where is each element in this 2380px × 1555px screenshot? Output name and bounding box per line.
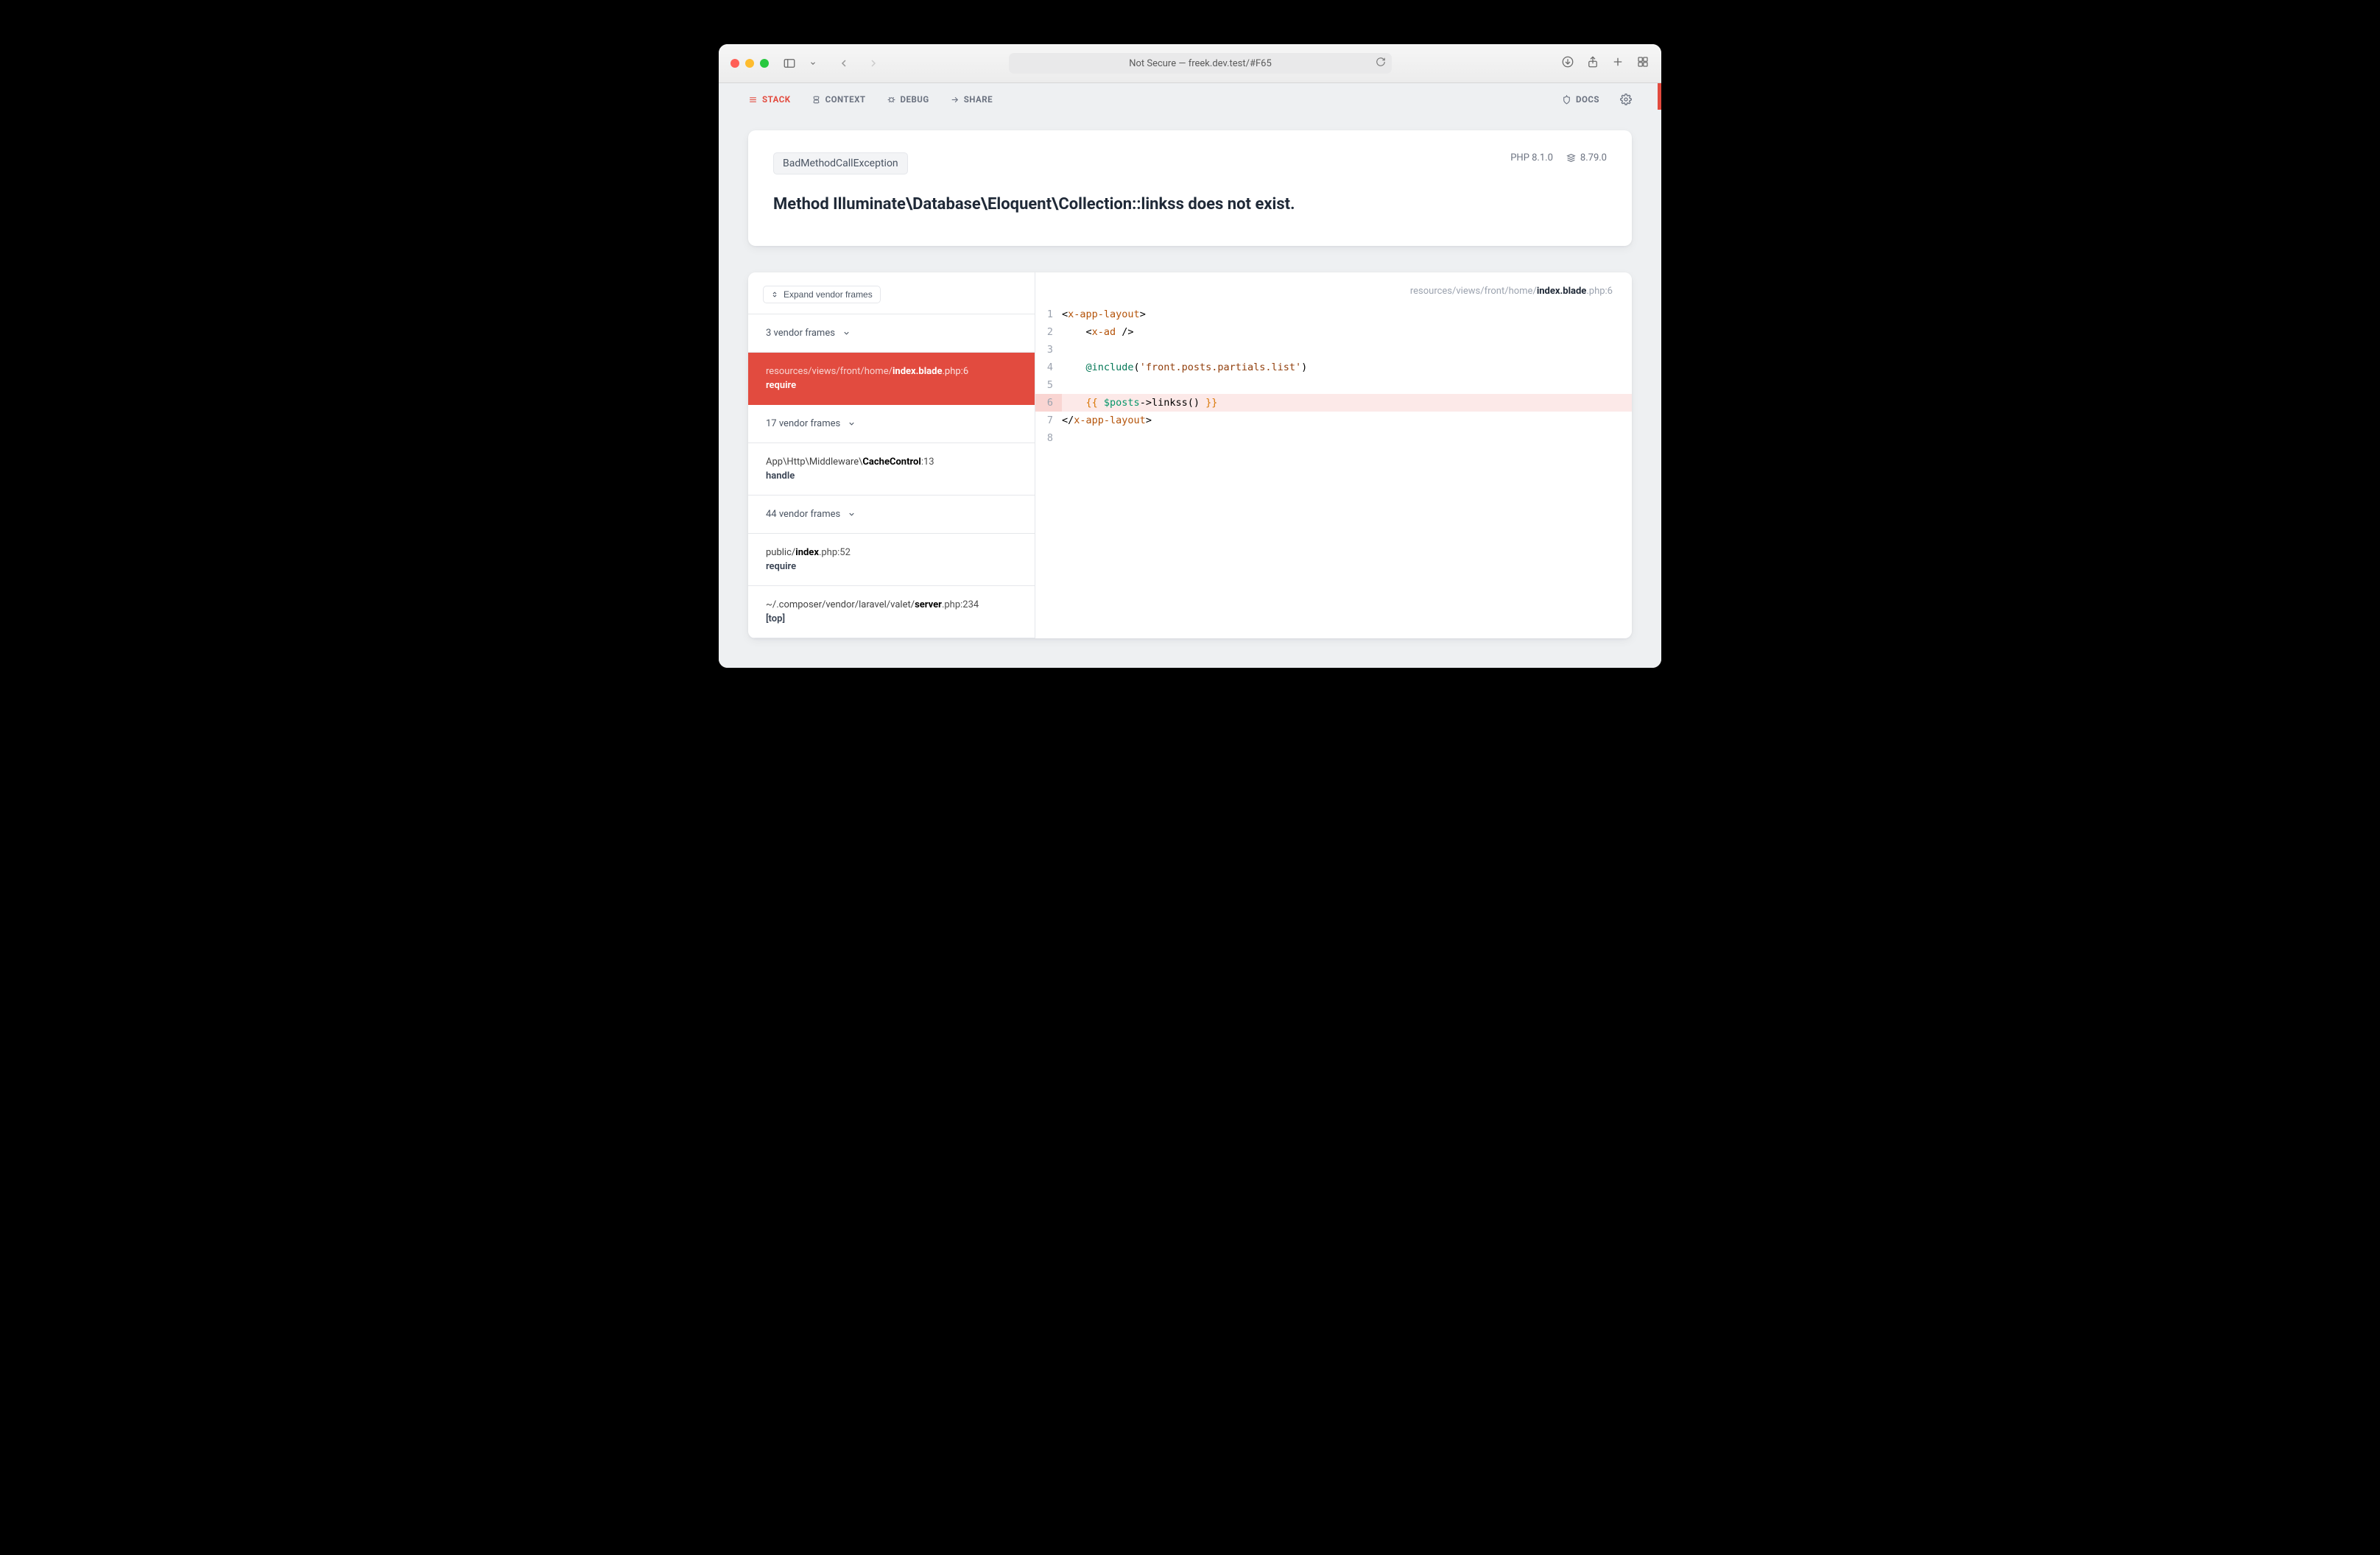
exception-badge: BadMethodCallException [773, 152, 908, 174]
code-line: 5 [1035, 376, 1632, 394]
expand-vendor-button[interactable]: Expand vendor frames [763, 286, 881, 303]
address-bar: Not Secure — freek.dev.test/#F65 [938, 53, 1462, 74]
frame[interactable]: ~/.composer/vendor/laravel/valet/server.… [748, 586, 1035, 638]
vendor-frames-collapsed[interactable]: 44 vendor frames [748, 496, 1035, 534]
frames-list: Expand vendor frames 3 vendor framesreso… [748, 272, 1035, 638]
php-version: PHP 8.1.0 [1510, 152, 1553, 163]
code-body: 1<x-app-layout>2 <x-ad />34 @include('fr… [1035, 306, 1632, 447]
laravel-version: 8.79.0 [1566, 152, 1607, 163]
code-line: 6 {{ $posts->linkss() }} [1035, 394, 1632, 412]
code-line: 1<x-app-layout> [1035, 306, 1632, 323]
exception-title: Method Illuminate\Database\Eloquent\Coll… [773, 194, 1493, 216]
code-line: 4 @include('front.posts.partials.list') [1035, 359, 1632, 376]
address-text: Not Secure — freek.dev.test/#F65 [1129, 58, 1272, 69]
traffic-lights [730, 59, 769, 68]
frame-active[interactable]: resources/views/front/home/index.blade.p… [748, 353, 1035, 405]
refresh-icon[interactable] [1376, 57, 1386, 70]
back-icon[interactable] [834, 54, 854, 72]
code-path: resources/views/front/home/index.blade.p… [1035, 272, 1632, 306]
page-content: STACK CONTEXT DEBUG SHARE DOCS [719, 83, 1661, 668]
code-viewer: resources/views/front/home/index.blade.p… [1035, 272, 1632, 638]
stack-panel: Expand vendor frames 3 vendor framesreso… [748, 272, 1632, 638]
accent-stripe [1658, 83, 1661, 110]
chevron-down-icon[interactable] [803, 54, 823, 72]
code-line: 2 <x-ad /> [1035, 323, 1632, 341]
vendor-frames-collapsed[interactable]: 17 vendor frames [748, 405, 1035, 443]
exception-hero: BadMethodCallException Method Illuminate… [748, 130, 1632, 246]
downloads-icon[interactable] [1561, 55, 1574, 71]
frame[interactable]: App\Http\Middleware\CacheControl:13handl… [748, 443, 1035, 496]
new-tab-icon[interactable] [1611, 55, 1624, 71]
nav-debug[interactable]: DEBUG [887, 94, 929, 105]
fullscreen-icon[interactable] [760, 59, 769, 68]
share-icon[interactable] [1586, 55, 1599, 71]
minimize-icon[interactable] [745, 59, 754, 68]
nav-docs[interactable]: DOCS [1562, 94, 1599, 105]
titlebar: Not Secure — freek.dev.test/#F65 [719, 44, 1661, 83]
sidebar-toggle-icon[interactable] [779, 54, 800, 72]
code-line: 8 [1035, 429, 1632, 447]
vendor-frames-collapsed[interactable]: 3 vendor frames [748, 314, 1035, 353]
top-nav: STACK CONTEXT DEBUG SHARE DOCS [719, 83, 1661, 116]
forward-icon[interactable] [863, 54, 884, 72]
tabs-overview-icon[interactable] [1636, 55, 1650, 71]
code-line: 7</x-app-layout> [1035, 412, 1632, 429]
frame[interactable]: public/index.php:52require [748, 534, 1035, 586]
address-input[interactable]: Not Secure — freek.dev.test/#F65 [1009, 53, 1392, 74]
nav-context[interactable]: CONTEXT [811, 94, 866, 105]
close-icon[interactable] [730, 59, 739, 68]
code-line: 3 [1035, 341, 1632, 359]
nav-share[interactable]: SHARE [950, 94, 993, 105]
browser-window: Not Secure — freek.dev.test/#F65 STACK C… [719, 44, 1661, 668]
settings-icon[interactable] [1620, 94, 1632, 105]
nav-stack[interactable]: STACK [748, 94, 791, 105]
